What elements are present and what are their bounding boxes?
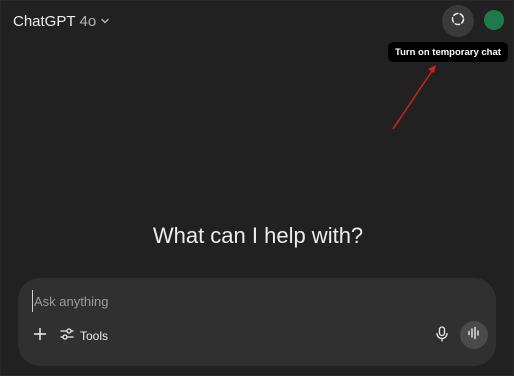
prompt-input[interactable] [32, 290, 474, 312]
tools-label: Tools [80, 329, 109, 343]
plus-icon [33, 327, 47, 346]
chevron-down-icon [100, 16, 110, 26]
temporary-chat-button[interactable] [442, 5, 474, 37]
sliders-icon [60, 327, 74, 346]
add-attachment-button[interactable] [30, 326, 50, 346]
microphone-icon [435, 325, 449, 347]
tools-button[interactable]: Tools [60, 326, 108, 346]
annotation-arrow [392, 65, 436, 130]
voice-waveform-icon [467, 326, 481, 345]
voice-mode-button[interactable] [460, 321, 488, 349]
model-version: 4o [79, 12, 97, 30]
page-title: What can I help with? [152, 223, 364, 248]
model-name: ChatGPT [13, 12, 76, 30]
dictate-button[interactable] [432, 325, 452, 347]
chatgpt-home-screen: ChatGPT 4o Turn on temporary chat What c… [0, 0, 514, 376]
avatar[interactable] [484, 10, 504, 30]
dashed-circle-icon [450, 11, 466, 32]
prompt-composer: Tools [18, 278, 496, 366]
model-switcher[interactable]: ChatGPT 4o [13, 10, 110, 32]
